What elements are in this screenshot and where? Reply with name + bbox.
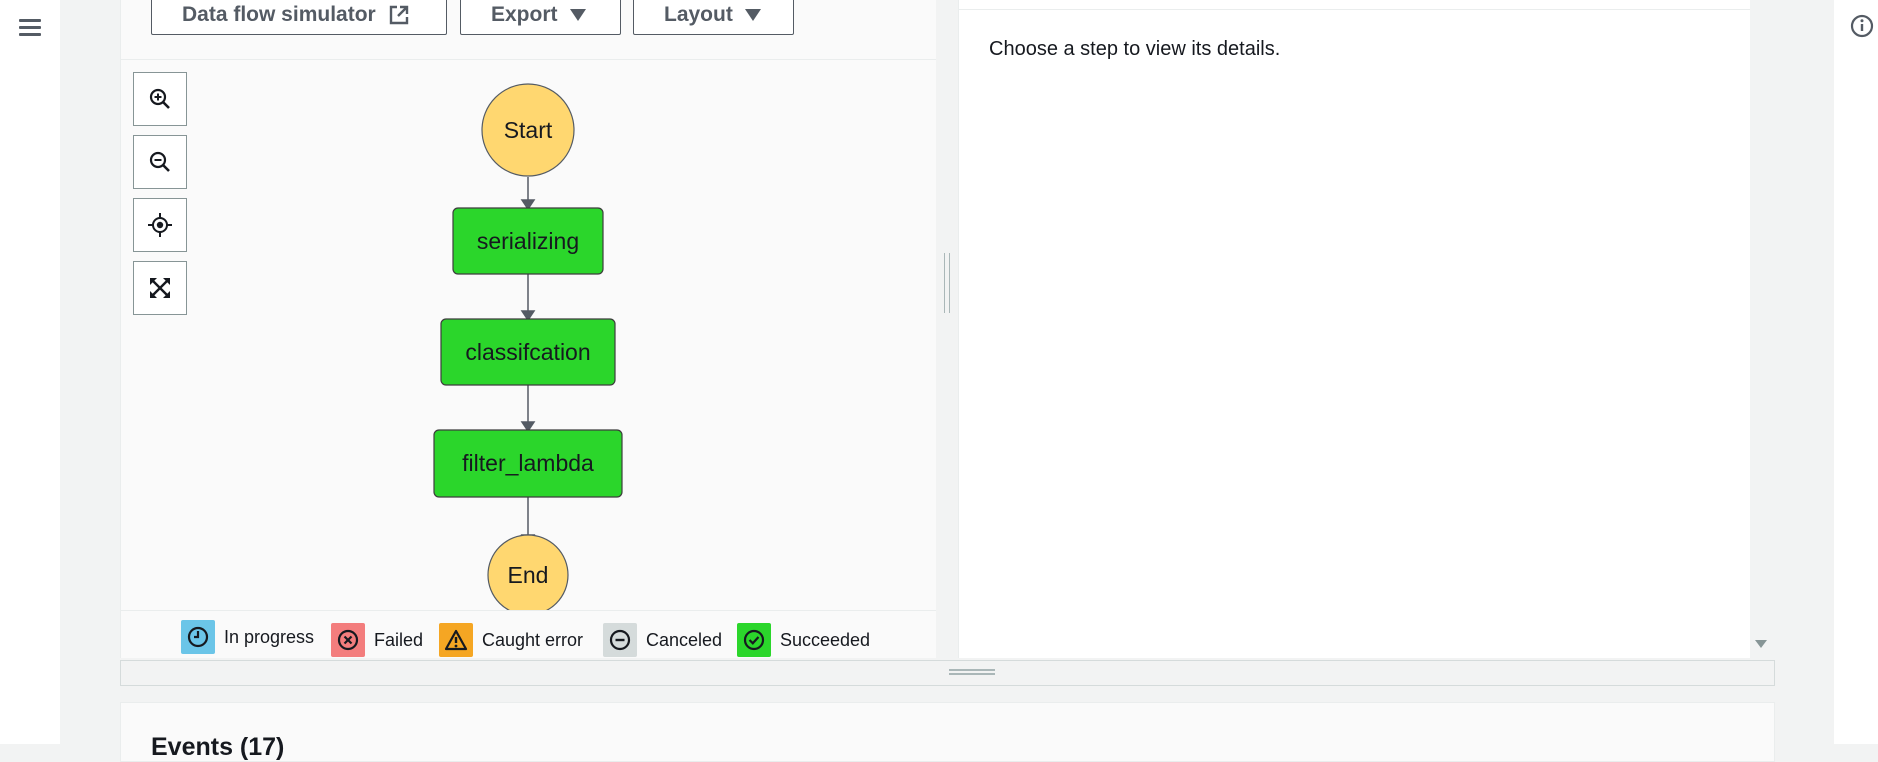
legend-failed: Failed: [331, 623, 423, 657]
node-classifcation-label: classifcation: [465, 339, 590, 365]
details-empty-message: Choose a step to view its details.: [989, 38, 1281, 60]
legend-canceled-label: Canceled: [646, 629, 723, 650]
details-divider: [959, 9, 1750, 10]
info-icon[interactable]: [1850, 14, 1874, 38]
caret-down-icon: [569, 8, 586, 21]
caret-down-icon: [744, 8, 761, 21]
export-label: Export: [491, 2, 558, 26]
legend-caught-error-swatch: [439, 623, 473, 657]
graph-panel: Data flow simulator Export Layout Start …: [120, 0, 937, 658]
right-tools-rail: [1834, 0, 1878, 744]
node-classifcation[interactable]: classifcation: [440, 318, 616, 386]
legend-in-progress-swatch: [181, 620, 215, 654]
menu-icon[interactable]: [18, 16, 42, 40]
graph-toolbar: Data flow simulator Export Layout: [121, 0, 937, 60]
data-flow-simulator-label: Data flow simulator: [182, 2, 376, 26]
legend-succeeded-swatch: [737, 623, 771, 657]
horizontal-resize-handle[interactable]: [120, 660, 1775, 686]
legend-caught-error-label: Caught error: [482, 629, 584, 650]
drag-grip-icon: [949, 669, 995, 675]
workflow-graph: Start serializing classifcation filter_l…: [433, 83, 623, 610]
node-end-label: End: [508, 562, 549, 588]
legend-succeeded-label: Succeeded: [780, 629, 871, 650]
node-filter-lambda[interactable]: filter_lambda: [433, 429, 623, 498]
clock-icon: [187, 626, 209, 648]
node-start[interactable]: Start: [481, 83, 575, 177]
events-section: Events (17): [120, 702, 1775, 762]
node-serializing-label: serializing: [477, 228, 579, 254]
node-end[interactable]: End: [487, 534, 569, 610]
node-filter-lambda-label: filter_lambda: [462, 450, 594, 476]
legend-caught-error: Caught error: [439, 623, 583, 657]
events-title: Events (17): [151, 733, 285, 761]
legend-in-progress: In progress: [181, 620, 314, 654]
legend-canceled: Canceled: [603, 623, 722, 657]
minus-circle-icon: [609, 629, 631, 651]
legend-in-progress-label: In progress: [224, 626, 315, 647]
external-link-icon: [389, 5, 408, 24]
x-circle-icon: [337, 629, 359, 651]
data-flow-simulator-button[interactable]: Data flow simulator: [151, 0, 447, 35]
legend-failed-swatch: [331, 623, 365, 657]
legend-failed-label: Failed: [374, 629, 424, 650]
node-serializing[interactable]: serializing: [452, 207, 604, 275]
drag-grip-icon: [944, 253, 950, 313]
layout-dropdown-button[interactable]: Layout: [633, 0, 794, 35]
legend-succeeded: Succeeded: [737, 623, 870, 657]
export-dropdown-button[interactable]: Export: [460, 0, 621, 35]
node-start-label: Start: [504, 117, 553, 143]
check-circle-icon: [743, 629, 765, 651]
layout-label: Layout: [664, 2, 733, 26]
left-nav-rail: [0, 0, 60, 744]
legend-canceled-swatch: [603, 623, 637, 657]
status-legend: In progress Failed Caught error Canceled…: [121, 610, 937, 658]
step-details-panel: Choose a step to view its details.: [958, 0, 1750, 658]
warning-icon: [444, 629, 468, 651]
vertical-resize-handle[interactable]: [936, 0, 958, 658]
scroll-down-arrow-icon[interactable]: [1755, 640, 1767, 648]
